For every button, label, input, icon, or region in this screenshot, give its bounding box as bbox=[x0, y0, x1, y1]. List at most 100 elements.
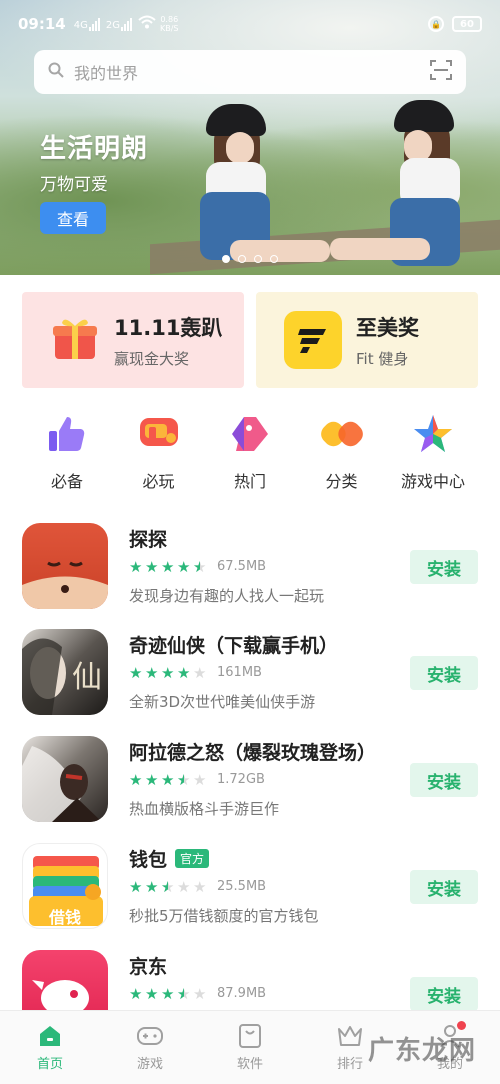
qiji-xianxia-app-icon: 仙 bbox=[22, 629, 108, 715]
banner-person-right bbox=[330, 98, 500, 275]
star-icon: ★ bbox=[161, 663, 175, 682]
gift-box-icon bbox=[50, 313, 100, 367]
crown-icon bbox=[337, 1023, 363, 1049]
promo-1111-title: 11.11轰趴 bbox=[114, 315, 223, 340]
app-name-text: 奇迹仙侠（下载赢手机） bbox=[129, 635, 339, 657]
tantan-app-icon bbox=[22, 523, 108, 609]
nav-label: 排行 bbox=[336, 1057, 363, 1072]
category-label: 必备 bbox=[50, 472, 83, 491]
app-size: 1.72GB bbox=[217, 772, 265, 787]
app-name-text: 京东 bbox=[129, 956, 168, 978]
category-label: 游戏中心 bbox=[400, 472, 465, 491]
app-size: 25.5MB bbox=[217, 879, 267, 894]
category-label: 热门 bbox=[233, 472, 266, 491]
status-time: 09:14 bbox=[18, 15, 66, 33]
category-game-center[interactable]: 游戏中心 bbox=[388, 412, 478, 492]
pagination-dot bbox=[238, 255, 246, 263]
rating-stars: ★ ★ ★ ★ ★ bbox=[129, 663, 207, 682]
app-meta: ★★★★★ 87.9MB bbox=[129, 986, 266, 1001]
star-icon: ★ bbox=[145, 663, 159, 682]
category-must-play[interactable]: 必玩 bbox=[114, 412, 204, 492]
star-icon: ★ bbox=[129, 557, 143, 576]
signal-2-icon: 2G bbox=[105, 17, 132, 31]
nav-label: 游戏 bbox=[136, 1057, 163, 1072]
app-size: 161MB bbox=[217, 665, 262, 680]
nav-games[interactable]: 游戏 bbox=[100, 1011, 200, 1084]
app-description: 热血横版格斗手游巨作 bbox=[129, 800, 280, 818]
battery-level: 60 bbox=[460, 18, 474, 30]
signal-2-label: 2G bbox=[105, 19, 120, 31]
network-speed-value: 0.86 bbox=[160, 15, 179, 24]
app-description: 发现身边有趣的人找人一起玩 bbox=[129, 587, 325, 605]
search-icon bbox=[48, 62, 64, 82]
star-icon: ★ bbox=[193, 559, 207, 574]
hero-banner[interactable]: 09:14 4G 2G 0.86 KB/S 🔒 60 我的世界 生活明朗 万物可… bbox=[0, 0, 500, 275]
software-icon bbox=[237, 1023, 263, 1049]
watermark: 广东龙网 bbox=[368, 1036, 477, 1066]
star-icon: ★ bbox=[145, 984, 159, 1003]
app-meta: ★★★★★ 25.5MB bbox=[129, 879, 266, 894]
banner-view-button[interactable]: 查看 bbox=[40, 202, 106, 234]
svg-text:仙: 仙 bbox=[72, 660, 102, 695]
nav-software[interactable]: 软件 bbox=[200, 1011, 300, 1084]
promo-card-1111[interactable]: 11.11轰趴 赢现金大奖 bbox=[22, 292, 244, 388]
install-button[interactable]: 安装 bbox=[410, 656, 478, 690]
app-row-wallet[interactable]: 借钱 钱包 官方 ★★★★★ 25.5MB 秒批5万借钱额度的官方钱包 安装 bbox=[22, 843, 478, 933]
battery-icon: 60 bbox=[452, 16, 482, 32]
nav-home[interactable]: 首页 bbox=[0, 1011, 100, 1084]
banner-pagination bbox=[222, 255, 278, 263]
wallet-icon-text: 借钱 bbox=[48, 908, 81, 927]
app-meta: ★ ★ ★ ★ ★ 161MB bbox=[129, 665, 262, 680]
app-name: 钱包 官方 bbox=[129, 845, 210, 872]
banner-title: 生活明朗 bbox=[40, 134, 149, 164]
rating-stars: ★ ★ ★ ★ ★ bbox=[129, 557, 207, 576]
gamepad-p-icon bbox=[137, 412, 181, 456]
promo-1111-subtitle: 赢现金大奖 bbox=[114, 349, 190, 368]
nav-label: 软件 bbox=[236, 1057, 263, 1072]
star-icon: ★ bbox=[161, 879, 175, 894]
star-icon: ★ bbox=[129, 877, 143, 896]
install-button[interactable]: 安装 bbox=[410, 977, 478, 1011]
star-icon: ★ bbox=[145, 557, 159, 576]
home-icon bbox=[37, 1023, 63, 1049]
banner-person-left bbox=[170, 100, 330, 275]
star-icon: ★ bbox=[161, 984, 175, 1003]
star-icon: ★ bbox=[145, 770, 159, 789]
star-icon: ★ bbox=[161, 557, 175, 576]
star-icon: ★ bbox=[193, 663, 207, 682]
install-button[interactable]: 安装 bbox=[410, 550, 478, 584]
app-name-text: 阿拉德之怒（爆裂玫瑰登场） bbox=[129, 742, 377, 764]
install-button[interactable]: 安装 bbox=[410, 763, 478, 797]
nav-label: 首页 bbox=[36, 1057, 63, 1072]
fit-app-icon bbox=[284, 311, 342, 369]
app-row-alade[interactable]: 阿拉德之怒（爆裂玫瑰登场） ★★★★★ 1.72GB 热血横版格斗手游巨作 安装 bbox=[22, 736, 478, 826]
search-bar[interactable]: 我的世界 bbox=[34, 50, 466, 94]
category-label: 必玩 bbox=[142, 472, 175, 491]
pagination-dot bbox=[270, 255, 278, 263]
rating-stars: ★ ★ ★ ★ ★ bbox=[129, 984, 207, 1003]
star-icon: ★ bbox=[193, 877, 207, 896]
app-size: 87.9MB bbox=[217, 986, 267, 1001]
app-name-text: 钱包 bbox=[129, 849, 168, 871]
star-icon: ★ bbox=[177, 663, 191, 682]
app-row-tantan[interactable]: 探探 ★★★★★ 67.5MB 发现身边有趣的人找人一起玩 安装 bbox=[22, 523, 478, 613]
app-description: 秒批5万借钱额度的官方钱包 bbox=[129, 907, 319, 925]
category-categories[interactable]: 分类 bbox=[297, 412, 387, 492]
star-icon: ★ bbox=[129, 770, 143, 789]
network-speed: 0.86 KB/S bbox=[160, 15, 179, 33]
category-essentials[interactable]: 必备 bbox=[22, 412, 112, 492]
promo-card-fit[interactable]: 至美奖 Fit 健身 bbox=[256, 292, 478, 388]
app-row-qiji-xianxia[interactable]: 仙 奇迹仙侠（下载赢手机） ★ ★ ★ ★ ★ 161MB 全新3D次世代唯美仙侠手游 … bbox=[22, 629, 478, 719]
scan-icon[interactable] bbox=[430, 60, 452, 84]
star-icon: ★ bbox=[193, 984, 207, 1003]
app-name: 阿拉德之怒（爆裂玫瑰登场） bbox=[129, 738, 376, 765]
category-icon bbox=[320, 412, 364, 456]
alade-app-icon bbox=[22, 736, 108, 822]
pagination-dot bbox=[254, 255, 262, 263]
search-placeholder: 我的世界 bbox=[74, 64, 139, 83]
category-popular[interactable]: 热门 bbox=[205, 412, 295, 492]
status-bar: 09:14 4G 2G 0.86 KB/S 🔒 60 bbox=[0, 0, 500, 48]
gamepad-icon bbox=[137, 1023, 163, 1049]
star-icon: ★ bbox=[193, 770, 207, 789]
install-button[interactable]: 安装 bbox=[410, 870, 478, 904]
